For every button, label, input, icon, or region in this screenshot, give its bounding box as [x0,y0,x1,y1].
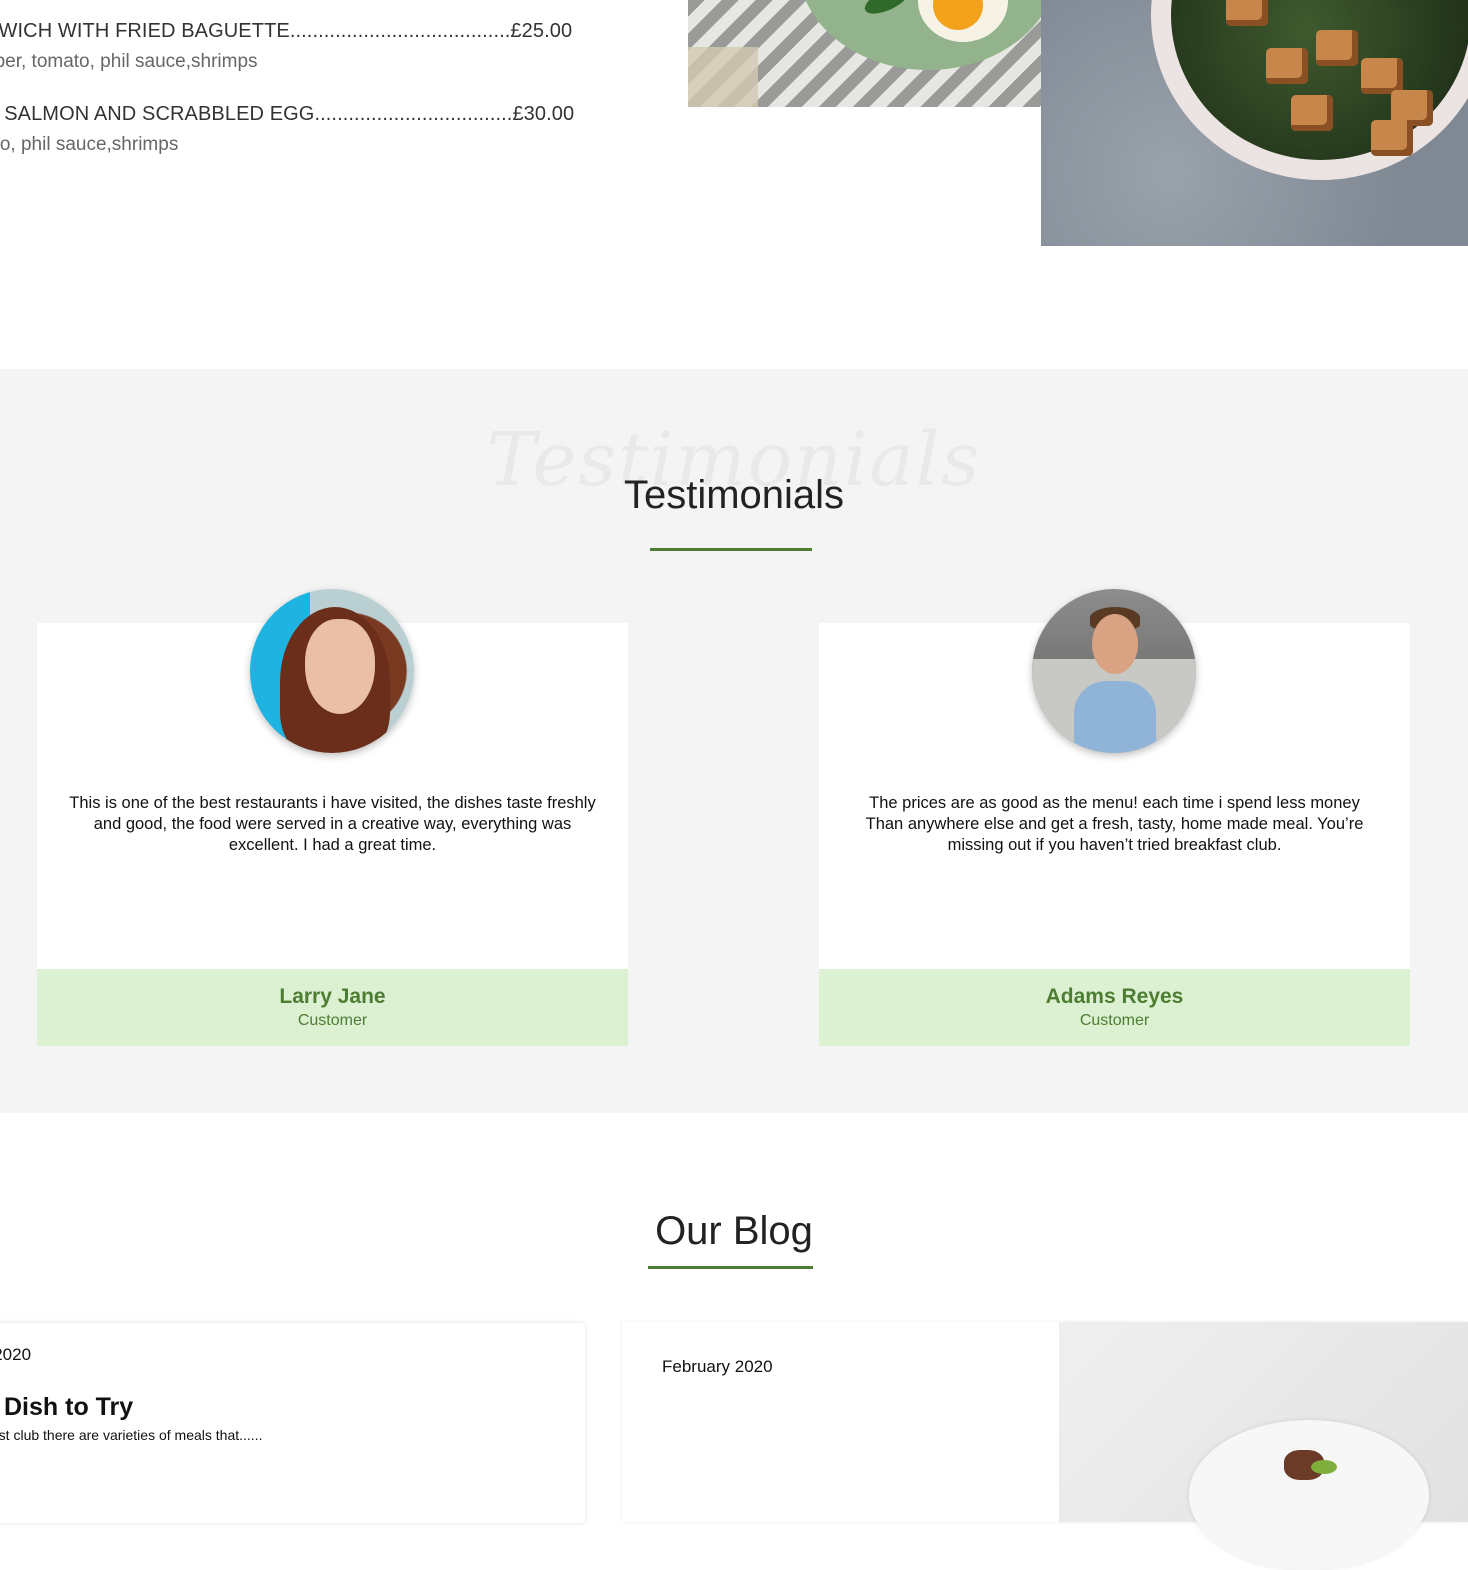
author-name: Larry Jane [279,985,386,1008]
title-underline [648,1266,813,1269]
testimonial-quote: The prices are as good as the menu! each… [865,794,1364,854]
menu-item: D SALMON AND SCRABBLED EGG..............… [0,103,574,156]
testimonial-quote: This is one of the best restaurants i ha… [69,794,596,854]
title-underline [650,548,812,551]
post-dish-photo [1059,1322,1468,1570]
testimonial-card: This is one of the best restaurants i ha… [37,589,628,1046]
blog-section: Our Blog y 2020 Dish to Try kfast club t… [0,1113,1468,1570]
avatar [1032,589,1196,753]
post-date: y 2020 [0,1345,32,1364]
post-title[interactable]: Dish to Try [4,1393,133,1422]
menu-item-description: pper, tomato, phil sauce,shrimps [0,51,258,72]
author-name: Adams Reyes [1045,985,1184,1008]
menu-section: DWICH WITH FRIED BAGUETTE...............… [0,0,1468,369]
testimonials-section: Testimonials Testimonials This is one of… [0,369,1468,1113]
post-date: February 2020 [662,1357,773,1376]
author-role: Customer [1079,1012,1150,1029]
menu-item-title-price: D SALMON AND SCRABBLED EGG..............… [0,103,575,125]
testimonial-card: The prices are as good as the menu! each… [819,589,1410,1046]
blog-title: Our Blog [655,1209,813,1253]
tofu-salad-photo [1041,0,1468,246]
testimonials-title: Testimonials [623,473,845,517]
post-excerpt: kfast club there are varieties of meals … [0,1427,263,1443]
menu-item-description: ato, phil sauce,shrimps [0,134,179,155]
blog-post-card[interactable]: y 2020 Dish to Try kfast club there are … [0,1323,585,1523]
testimonial-author: Larry Jane Customer [37,969,628,1046]
avatar [250,589,414,753]
menu-item-title-price: DWICH WITH FRIED BAGUETTE...............… [0,20,573,42]
menu-item: DWICH WITH FRIED BAGUETTE...............… [0,20,572,73]
testimonial-author: Adams Reyes Customer [819,969,1410,1046]
egg-dish-photo [688,0,1041,107]
blog-post-card[interactable]: February 2020 [622,1322,1468,1570]
author-role: Customer [297,1012,368,1029]
